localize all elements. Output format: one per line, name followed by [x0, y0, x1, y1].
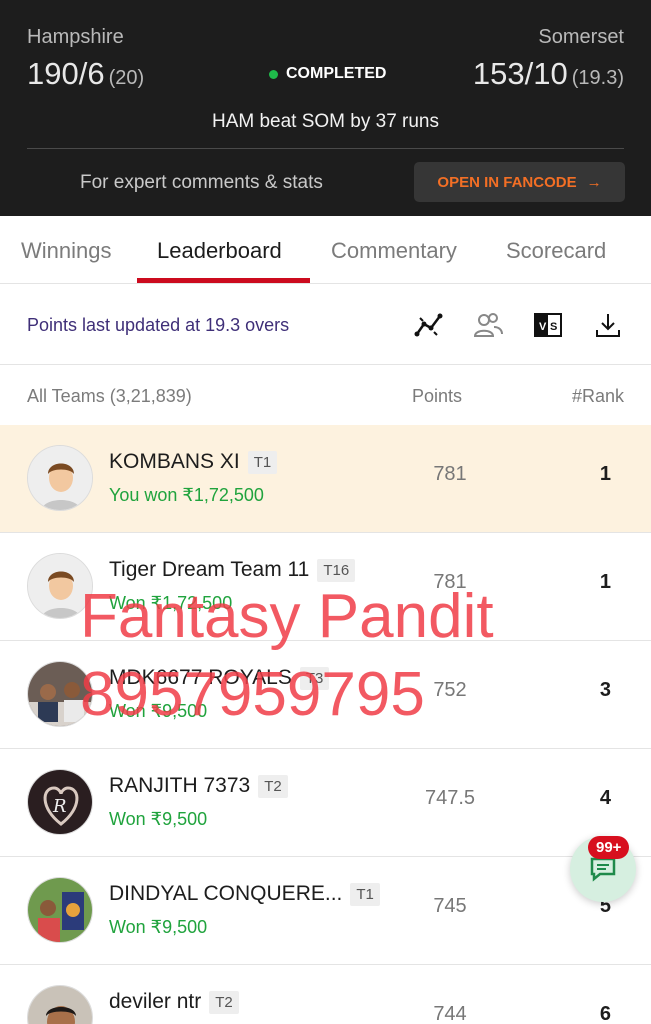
leaderboard-row[interactable]: KOMBANS XI T1 You won ₹1,72,500 781 1	[0, 425, 651, 533]
team-tag: T3	[299, 666, 330, 690]
team-points: 781	[433, 571, 467, 593]
chat-notification-badge: 99+	[588, 836, 630, 859]
team-rank: 1	[599, 571, 611, 593]
team-name: DINDYAL CONQUERE...	[109, 882, 343, 905]
tab-winnings[interactable]: Winnings	[21, 238, 111, 264]
leaderboard-row[interactable]: R RANJITH 7373 T2 Won ₹9,500 747.5 4	[0, 749, 651, 857]
all-teams-count: All Teams (3,21,839)	[27, 386, 192, 406]
active-tab-indicator	[137, 278, 310, 283]
team-tag: T2	[258, 774, 288, 798]
versus-icon[interactable]: V S	[532, 309, 564, 341]
team-name: MDK6677 ROYALS	[109, 666, 292, 689]
team-rank: 3	[599, 679, 611, 701]
leaderboard-row[interactable]: deviler ntr T2 744 6	[0, 965, 651, 1024]
user-photo-avatar	[27, 877, 93, 943]
team-tag: T2	[209, 990, 239, 1014]
team-rank: 6	[599, 1003, 611, 1024]
leaderboard-row[interactable]: Tiger Dream Team 11 T16 Won ₹1,72,500 78…	[0, 533, 651, 641]
user-photo-avatar: R	[27, 769, 93, 835]
leaderboard-row[interactable]: DINDYAL CONQUERE... T1 Won ₹9,500 745 5	[0, 857, 651, 965]
team-points: 752	[433, 679, 467, 701]
overs-left: (20)	[108, 67, 145, 89]
arrow-right-icon: →	[586, 173, 602, 191]
tab-scorecard[interactable]: Scorecard	[506, 238, 606, 264]
points-column-header: Points	[412, 386, 463, 406]
leaderboard-column-header: All Teams (3,21,839) Points #Rank	[0, 365, 651, 425]
tab-commentary[interactable]: Commentary	[331, 238, 457, 264]
tab-bar: Winnings Leaderboard Commentary Scorecar…	[0, 216, 651, 284]
team-points: 747.5	[424, 787, 476, 809]
svg-text:S: S	[550, 321, 557, 333]
svg-text:R: R	[52, 796, 67, 817]
team-rank: 4	[599, 787, 611, 809]
match-header: Hampshire Somerset 190/6 (20) COMPLETED 1…	[0, 0, 651, 216]
winning-amount: Won ₹9,500	[109, 809, 208, 829]
leaderboard-row[interactable]: MDK6677 ROYALS T3 Won ₹9,500 752 3	[0, 641, 651, 749]
winning-amount: Won ₹1,72,500	[109, 593, 233, 613]
svg-text:V: V	[539, 321, 547, 333]
team-left-name: Hampshire	[27, 26, 124, 48]
score-left: 190/6	[27, 56, 105, 91]
team-name: KOMBANS XI	[109, 450, 240, 473]
default-avatar-icon	[27, 553, 93, 619]
rank-column-header: #Rank	[571, 386, 624, 406]
trend-chart-icon[interactable]	[413, 309, 445, 341]
team-name: Tiger Dream Team 11	[109, 558, 310, 581]
team-tag: T1	[247, 450, 278, 474]
match-result: HAM beat SOM by 37 runs	[211, 111, 440, 132]
team-tag: T1	[350, 882, 380, 906]
default-avatar-icon	[27, 445, 93, 511]
winning-amount: Won ₹9,500	[109, 917, 208, 937]
open-fancode-label: OPEN IN FANCODE	[437, 173, 577, 191]
status-dot-icon	[269, 69, 278, 79]
user-photo-avatar	[27, 661, 93, 727]
overs-right: (19.3)	[571, 67, 624, 89]
status-label: COMPLETED	[286, 65, 387, 82]
team-name: deviler ntr	[109, 990, 202, 1013]
tab-leaderboard[interactable]: Leaderboard	[157, 238, 282, 264]
expert-comments-text: For expert comments & stats	[80, 172, 323, 193]
download-icon[interactable]	[592, 309, 624, 341]
team-tag: T16	[317, 558, 356, 582]
header-divider	[27, 148, 624, 149]
winning-amount: You won ₹1,72,500	[109, 485, 264, 505]
team-points: 745	[433, 895, 467, 917]
user-photo-avatar	[27, 985, 93, 1024]
team-rank: 1	[599, 463, 611, 485]
score-right: 153/10	[472, 56, 568, 91]
team-points: 781	[433, 463, 467, 485]
points-last-updated: Points last updated at 19.3 overs	[27, 315, 290, 335]
points-update-bar: Points last updated at 19.3 overs V S	[0, 285, 651, 365]
winning-amount: Won ₹9,500	[109, 701, 208, 721]
team-points: 744	[433, 1003, 467, 1024]
team-right-name: Somerset	[538, 26, 624, 48]
open-fancode-button[interactable]: OPEN IN FANCODE →	[414, 162, 625, 202]
team-name: RANJITH 7373	[109, 774, 251, 797]
match-status: COMPLETED	[269, 65, 386, 83]
compare-users-icon[interactable]	[472, 309, 504, 341]
